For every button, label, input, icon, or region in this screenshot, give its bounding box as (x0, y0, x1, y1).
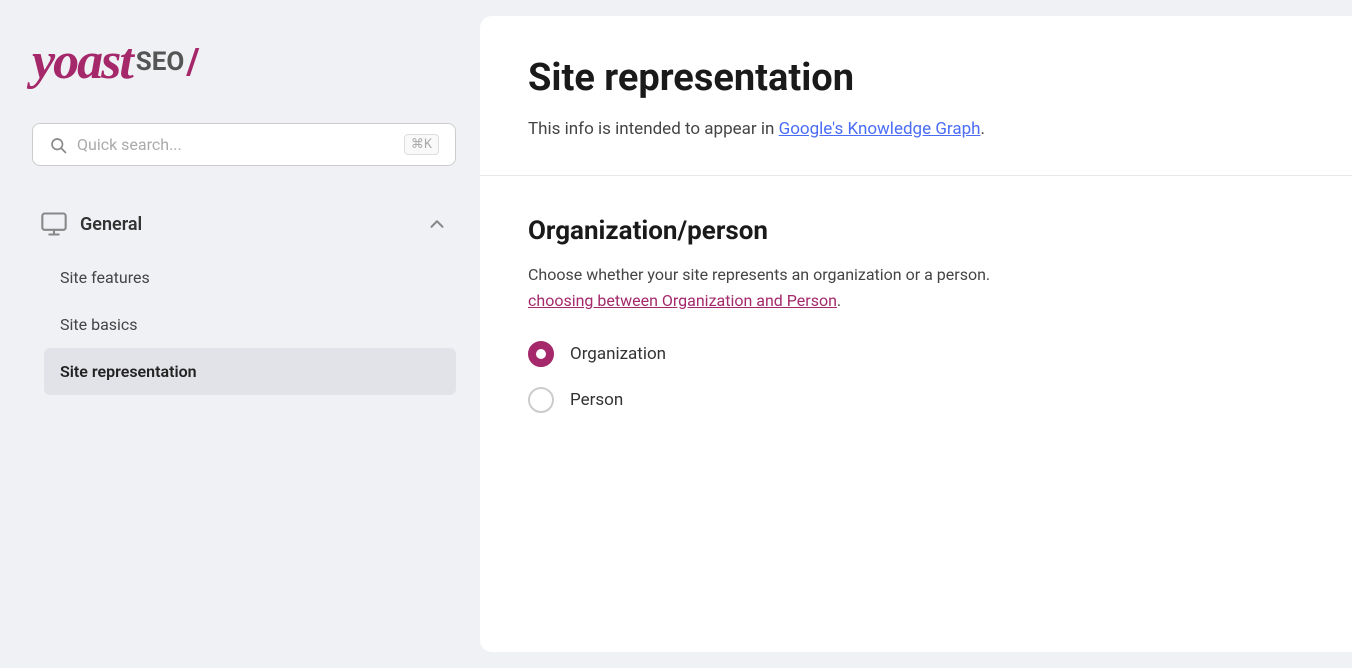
logo-yoast: yoast (32, 32, 132, 91)
knowledge-graph-link[interactable]: Google's Knowledge Graph (779, 119, 981, 139)
nav-group-header[interactable]: General (32, 198, 456, 250)
search-placeholder: Quick search... (77, 135, 394, 154)
description-prefix: This info is intended to appear in (528, 119, 779, 139)
radio-person-label: Person (570, 390, 623, 410)
search-box[interactable]: Quick search... ⌘K (32, 123, 456, 166)
monitor-icon (40, 210, 68, 238)
sidebar-item-site-basics[interactable]: Site basics (44, 301, 456, 348)
page-title: Site representation (528, 56, 1304, 100)
radio-person[interactable]: Person (528, 387, 1304, 413)
section-body: Organization/person Choose whether your … (480, 176, 1352, 445)
nav-section: General Site features Site basics Site r… (32, 198, 456, 395)
radio-organization[interactable]: Organization (528, 341, 1304, 367)
description-suffix: . (980, 119, 984, 139)
radio-organization-label: Organization (570, 344, 666, 364)
section-description: This info is intended to appear in Googl… (528, 116, 1304, 143)
radio-group: Organization Person (528, 341, 1304, 413)
main-content: Site representation This info is intende… (480, 16, 1352, 652)
org-description-suffix: . (837, 291, 841, 310)
org-section-title: Organization/person (528, 216, 1304, 246)
org-help-link[interactable]: choosing between Organization and Person (528, 291, 837, 310)
nav-items: Site features Site basics Site represent… (32, 254, 456, 395)
section-top: Site representation This info is intende… (480, 16, 1352, 176)
org-description-text: Choose whether your site represents an o… (528, 265, 990, 284)
search-icon (49, 136, 67, 154)
search-shortcut: ⌘K (404, 134, 439, 155)
radio-organization-button[interactable] (528, 341, 554, 367)
nav-group-header-left: General (40, 210, 142, 238)
sidebar-item-site-representation[interactable]: Site representation (44, 348, 456, 395)
radio-person-button[interactable] (528, 387, 554, 413)
org-section-description: Choose whether your site represents an o… (528, 262, 1304, 313)
sidebar-item-site-features[interactable]: Site features (44, 254, 456, 301)
logo-slash: / (186, 41, 199, 83)
logo-seo: SEO (136, 47, 185, 77)
logo-area: yoast SEO / (32, 32, 456, 91)
sidebar: yoast SEO / Quick search... ⌘K General (0, 0, 480, 668)
chevron-up-icon (426, 213, 448, 235)
nav-group-label: General (80, 214, 142, 235)
